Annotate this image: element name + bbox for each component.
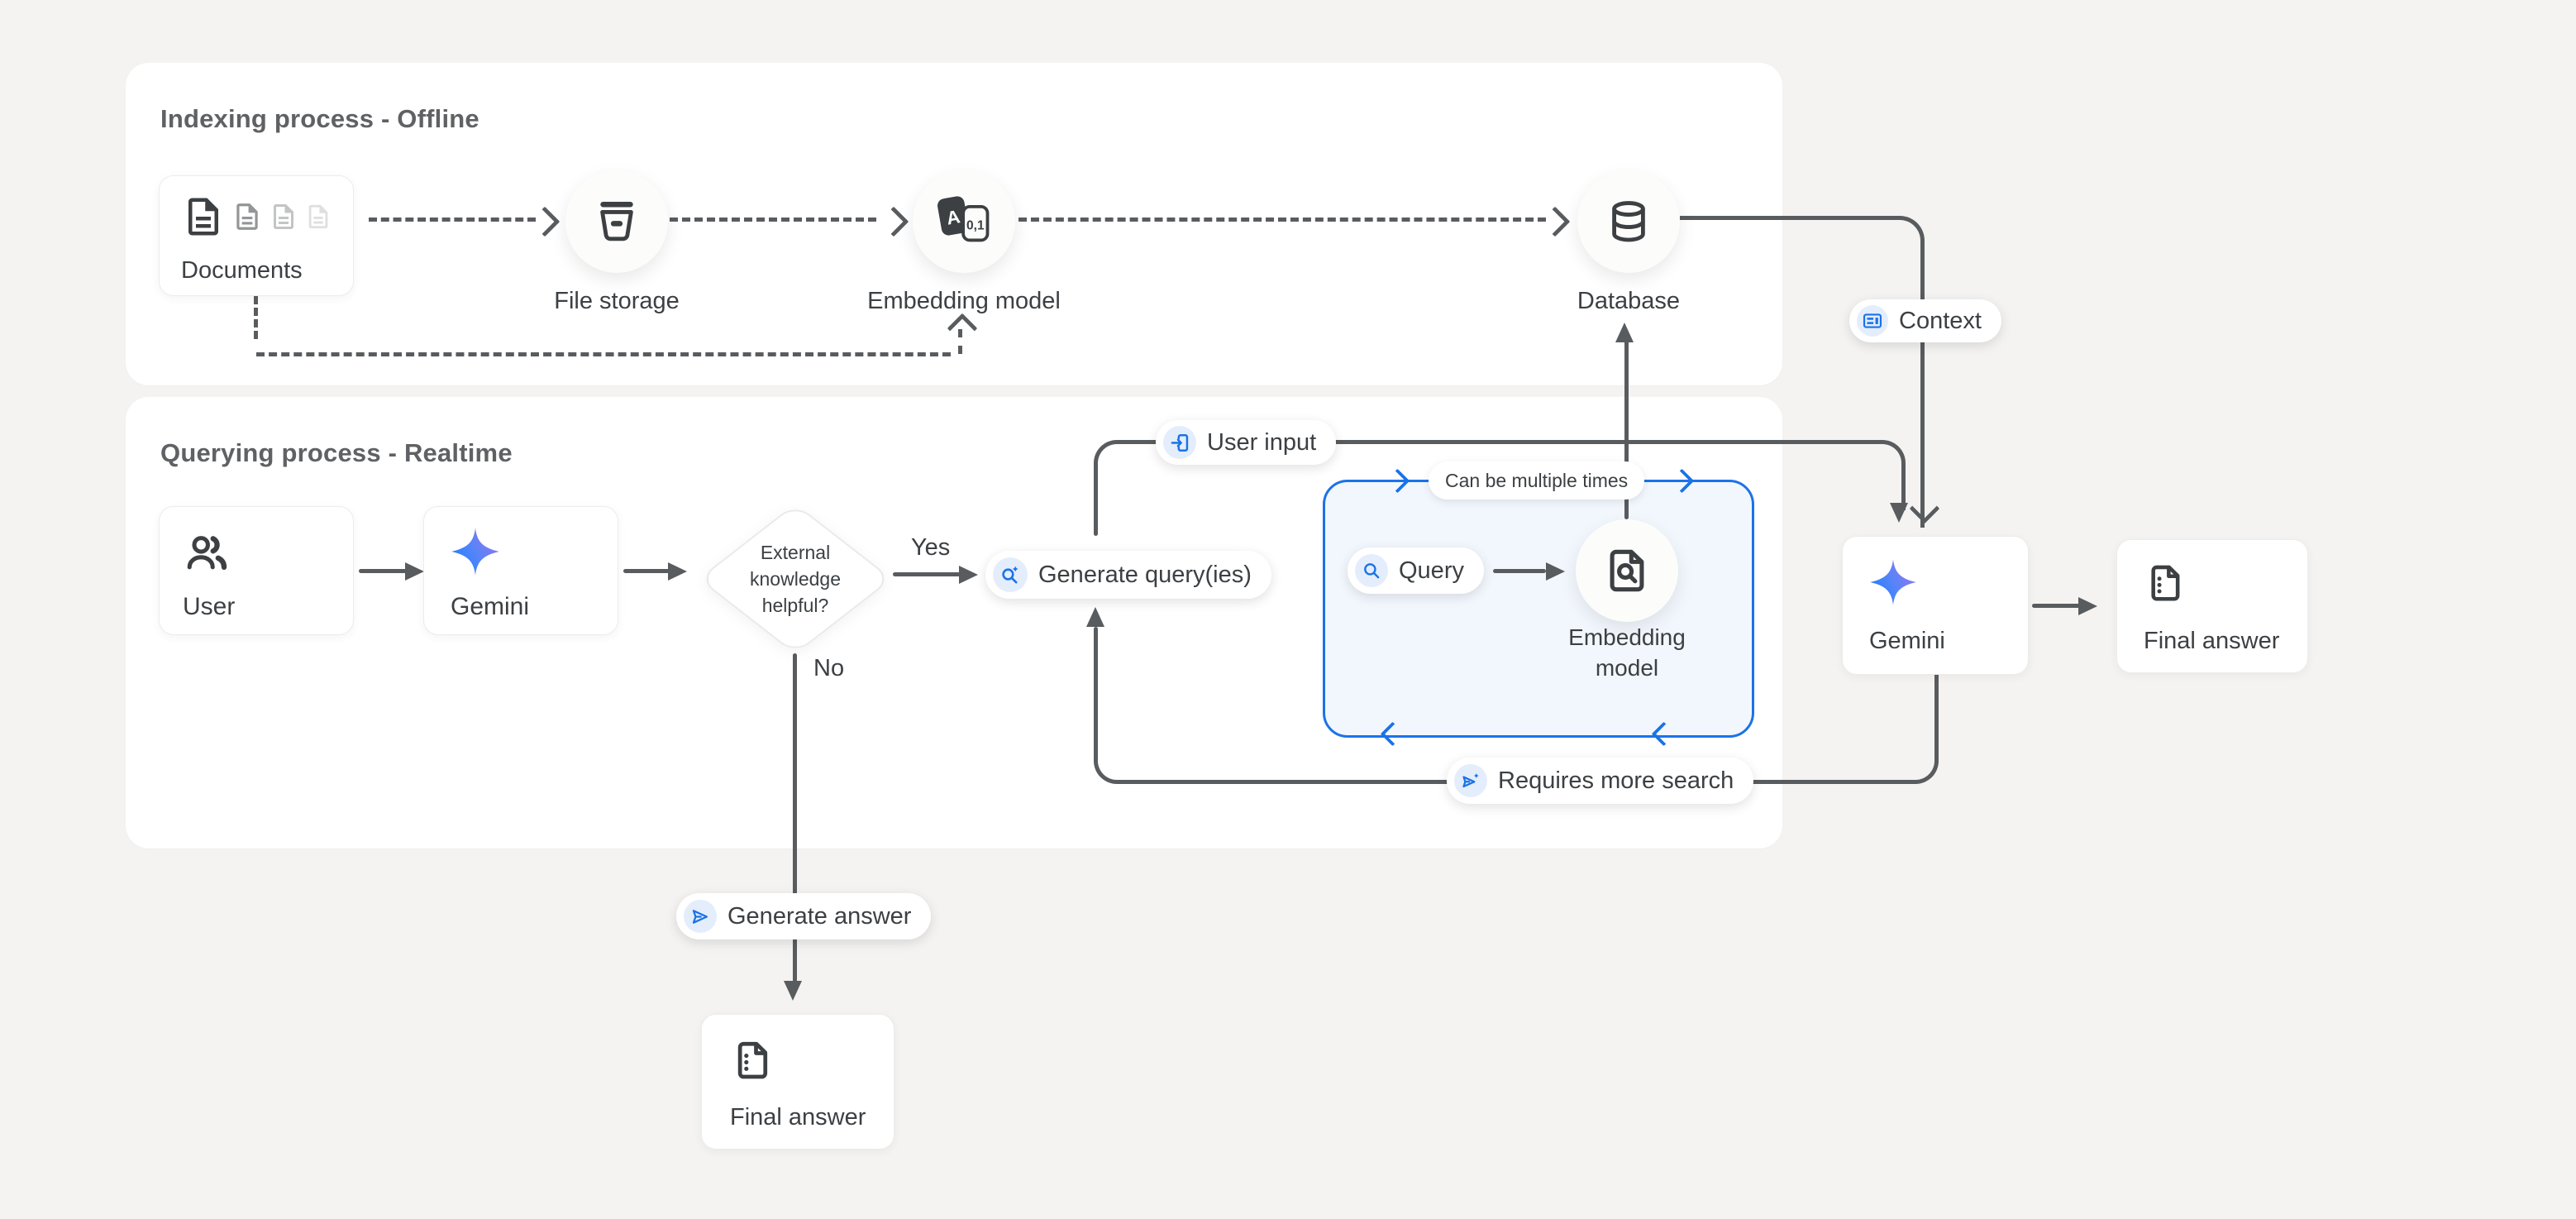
gemini-node: Gemini	[423, 506, 618, 635]
input-icon	[1163, 426, 1196, 459]
file-storage-node	[565, 170, 668, 273]
arrow-decision-to-generate-queries	[893, 572, 961, 576]
arrow-embedding-to-database	[1018, 218, 1546, 222]
arrow-gemini-to-final	[2032, 604, 2080, 608]
user-input-label: User input	[1207, 429, 1316, 457]
storage-bucket-icon	[593, 198, 641, 246]
send-spark-icon	[1454, 764, 1487, 797]
context-card-icon	[1857, 305, 1888, 337]
arrowhead-down	[1890, 503, 1908, 523]
documents-loop-line	[254, 296, 258, 339]
document-icon	[231, 201, 263, 232]
yes-label: Yes	[911, 534, 950, 562]
database-label: Database	[1505, 288, 1753, 315]
arrowhead-up	[1086, 607, 1104, 627]
gemini-output-label: Gemini	[1869, 628, 1945, 655]
svg-text:0,1: 0,1	[966, 219, 985, 233]
documents-loop-line	[256, 352, 951, 356]
requires-more-search-pill: Requires more search	[1447, 758, 1753, 804]
query-pill: Query	[1348, 547, 1484, 594]
no-label: No	[813, 655, 844, 682]
embedding-model-node: A 0,1	[913, 170, 1015, 273]
indexing-title: Indexing process - Offline	[160, 104, 479, 134]
arrow-query-to-embedding	[1493, 569, 1546, 573]
user-node: User	[159, 506, 354, 635]
token-embedding-icon: A 0,1	[933, 193, 995, 251]
querying-title: Querying process - Realtime	[160, 438, 513, 468]
document-search-icon	[1603, 547, 1651, 595]
documents-label: Documents	[181, 257, 303, 284]
magnifier-icon	[1355, 554, 1388, 587]
final-answer-label-right: Final answer	[2144, 628, 2279, 655]
query-embedding-model-label: Embedding model	[1553, 622, 1701, 683]
users-icon	[183, 528, 231, 576]
document-icon	[269, 202, 298, 232]
arrowhead-down	[784, 981, 802, 1001]
document-icon	[304, 203, 332, 231]
generate-queries-label: Generate query(ies)	[1038, 562, 1252, 589]
file-storage-label: File storage	[493, 288, 741, 315]
arrow-storage-to-embedding	[670, 218, 876, 222]
database-node	[1577, 170, 1680, 273]
final-document-icon	[2144, 562, 2187, 605]
generate-queries-pill: Generate query(ies)	[985, 551, 1271, 599]
user-label: User	[183, 593, 235, 621]
database-icon	[1605, 198, 1653, 246]
final-answer-node-right: Final answer	[2116, 539, 2308, 673]
document-icon	[181, 194, 226, 239]
user-input-connector	[1094, 504, 1098, 536]
gemini-label: Gemini	[451, 593, 529, 621]
search-spark-icon	[993, 557, 1028, 592]
arrowhead	[2078, 597, 2097, 615]
gemini-node-output: Gemini	[1842, 536, 2029, 675]
can-be-multiple-times-pill: Can be multiple times	[1429, 461, 1644, 500]
arrow-gemini-to-decision	[623, 569, 670, 573]
arrowhead	[668, 562, 687, 581]
query-embedding-model-node	[1576, 519, 1678, 622]
arrowhead-up	[1615, 323, 1634, 342]
arrowhead	[405, 562, 424, 581]
arrowhead	[959, 566, 978, 584]
final-document-icon	[730, 1038, 775, 1083]
requires-more-search-label: Requires more search	[1498, 767, 1734, 795]
query-label: Query	[1399, 557, 1464, 585]
user-input-pill: User input	[1156, 420, 1336, 465]
arrow-user-to-gemini	[359, 569, 407, 573]
send-icon	[684, 900, 717, 933]
arrow-documents-to-storage	[369, 218, 536, 222]
loop-note-label: Can be multiple times	[1445, 470, 1628, 492]
document-stack-icon	[181, 194, 332, 239]
decision-text: External knowledge helpful?	[698, 539, 893, 619]
documents-node: Documents	[159, 175, 354, 296]
context-label: Context	[1899, 308, 1982, 335]
arrowhead	[1546, 562, 1565, 581]
generate-answer-pill: Generate answer	[676, 893, 931, 939]
requires-more-search-connector	[1094, 627, 1098, 676]
context-pill: Context	[1849, 299, 2001, 342]
embedding-model-label: Embedding model	[840, 288, 1088, 315]
generate-answer-label: Generate answer	[727, 903, 911, 930]
gemini-star-icon	[1869, 558, 1917, 606]
gemini-star-icon	[451, 527, 500, 576]
final-answer-label-bottom: Final answer	[730, 1104, 866, 1131]
final-answer-node-bottom: Final answer	[701, 1014, 894, 1150]
